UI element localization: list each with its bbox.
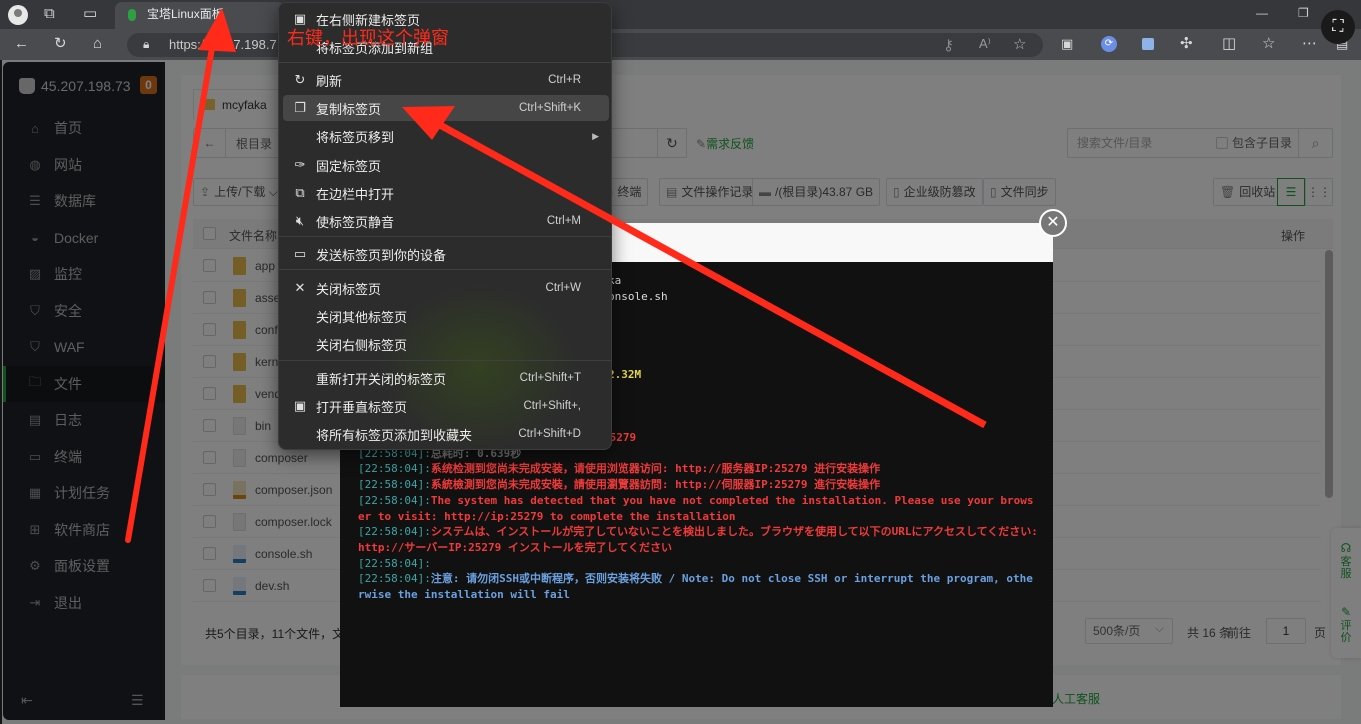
menu-separator [279,269,611,270]
menu-separator [279,360,611,361]
menu-item[interactable]: ✕ 关闭标签页 Ctrl+W [283,275,609,301]
menu-item-shortcut: Ctrl+M [546,215,581,227]
terminal-line: [22:58:04]:系統檢測到您尚未完成安裝，請使用瀏覽器訪問: http:/… [358,477,1038,493]
menu-item-shortcut: Ctrl+R [548,74,581,86]
mute-icon: 🔇︎ [295,213,305,228]
minimize-button[interactable]: — [1256,6,1268,20]
browser-tab-strip: ⧉ ▭ 宝塔Linux面板 — ❐ [0,0,1361,29]
menu-item[interactable]: 🔇︎ 使标签页静音 Ctrl+M [283,208,609,234]
terminal-line: [22:58:04]:系统检测到您尚未完成安装，请使用浏览器访问: http:/… [358,461,1038,477]
terminal-line: [22:58:04]:The system has detected that … [358,493,1038,524]
modal-close-button[interactable]: ✕ [1039,209,1067,237]
workspaces-icon[interactable]: ⧉ [44,6,55,21]
terminal-timestamp: [22:58:04]: [358,493,431,507]
menu-item[interactable]: ↻ 刷新 Ctrl+R [283,67,609,93]
menu-separator [279,62,611,63]
menu-item-label: 关闭其他标签页 [316,309,408,325]
menu-item[interactable]: 将标签页移到 ▶ [283,123,609,149]
terminal-timestamp: [22:58:04]: [358,556,431,570]
menu-item-shortcut: Ctrl+Shift+K [519,102,581,114]
vertical-tabs-icon: ▣ [293,398,307,413]
duplicate-icon: ❐ [294,100,306,115]
menu-item-label: 使标签页静音 [316,214,395,230]
menu-item[interactable]: ❐ 复制标签页 Ctrl+Shift+K [283,95,609,121]
menu-item[interactable]: 关闭右侧标签页 [283,331,609,357]
extension-icon[interactable]: ▣ [1061,37,1073,50]
password-key-icon[interactable]: ⚷ [943,38,954,53]
menu-item-label: 将所有标签页添加到收藏夹 [316,427,473,443]
menu-item-label: 在边栏中打开 [316,186,395,202]
favorites-icon[interactable]: ☆ [1262,36,1275,51]
restore-button[interactable]: ❐ [1298,6,1309,20]
menu-item[interactable]: ⧉ 在边栏中打开 [283,180,609,206]
url-text: https://4 207.198.7 [169,37,277,52]
pin-icon: ✑ [294,157,306,172]
tab-baota-panel[interactable]: 宝塔Linux面板 [115,2,285,29]
menu-item-label: 打开垂直标签页 [316,399,408,415]
menu-item[interactable]: ▣ 打开垂直标签页 Ctrl+Shift+, [283,393,609,419]
menu-separator [279,236,611,237]
back-icon[interactable]: ← [14,36,29,51]
split-screen-icon[interactable]: ◫ [1222,36,1236,51]
terminal-timestamp: [22:58:04]: [358,462,431,476]
terminal-timestamp: [22:58:04]: [358,572,431,586]
menu-item-label: 刷新 [316,73,343,89]
puzzle-icon[interactable]: ✣ [1180,36,1193,51]
refresh-icon[interactable]: ↻ [54,36,67,51]
terminal-timestamp: [22:58:04]: [358,525,431,539]
tab-title: 宝塔Linux面板 [147,7,224,21]
menu-item[interactable]: 重新打开关闭的标签页 Ctrl+Shift+T [283,365,609,391]
menu-item[interactable]: ✑ 固定标签页 [283,152,609,178]
menu-item-label: 关闭标签页 [316,281,382,297]
menu-item-shortcut: Ctrl+Shift+D [518,428,581,440]
screenshot-tool-icon[interactable]: ⛶ [1321,10,1355,44]
annotation-text: 右键，出现这个弹窗 [287,28,449,48]
menu-item[interactable]: ▭ 发送标签页到你的设备 [283,241,609,267]
menu-item-label: 固定标签页 [316,158,382,174]
tab-actions-icon[interactable]: ▭ [83,6,97,21]
terminal-line: [22:58:04]:システムは、インストールが完了していないことを検出しました… [358,524,1038,555]
terminal-timestamp: [22:58:04]: [358,478,431,492]
tab-context-menu: ▣ 在右侧新建标签页 将标签页添加到新组 ↻ 刷新 Ctrl+R ❐ 复制标签页 Ctrl+Sh… [278,2,612,450]
terminal-line: [22:58:04]:注意: 请勿闭SSH或中断程序，否则安装将失败 / Not… [358,571,1038,602]
menu-item[interactable]: 关闭其他标签页 [283,303,609,329]
menu-item-label: 关闭右侧标签页 [316,337,408,353]
image-icon[interactable] [1142,38,1154,50]
sidebar-open-icon: ⧉ [295,185,305,200]
terminal-line: [22:58:04]: [358,556,1038,572]
lock-icon[interactable]: 🔒︎ [143,38,149,50]
menu-item-label: 发送标签页到你的设备 [316,247,447,263]
menu-item-shortcut: Ctrl+W [545,282,581,294]
sync-icon[interactable]: ⟳ [1101,36,1117,52]
terminal-text: 注意: 请勿闭SSH或中断程序，否则安装将失败 / Note: Do not c… [358,572,1033,602]
baota-favicon-icon [128,9,136,21]
more-icon[interactable]: ⋯ [1302,36,1317,51]
menu-item-shortcut: Ctrl+Shift+, [523,400,581,412]
menu-item-shortcut: Ctrl+Shift+T [519,372,581,384]
submenu-arrow-icon: ▶ [592,130,599,141]
terminal-text: 系统检测到您尚未完成安装，请使用浏览器访问: http://服务器IP:2527… [430,462,881,476]
refresh-icon: ↻ [294,72,306,87]
home-icon[interactable]: ⌂ [93,36,102,51]
terminal-text: 2.32M [608,368,642,382]
favorite-star-icon[interactable]: ☆ [1013,37,1026,52]
terminal-text: The system has detected that you have no… [358,493,1034,523]
terminal-text: onsole.sh [608,289,668,303]
menu-item-label: 复制标签页 [316,101,382,117]
read-aloud-icon[interactable]: A⁾ [979,37,991,50]
menu-item-label: 将标签页移到 [316,129,395,145]
terminal-text: システムは、インストールが完了していないことを検出しました。ブラウザを使用して以… [358,525,1045,554]
menu-item-label: 重新打开关闭的标签页 [316,371,447,387]
send-device-icon: ▭ [293,246,307,261]
profile-icon[interactable] [8,5,28,25]
terminal-text: 系統檢測到您尚未完成安裝，請使用瀏覽器訪問: http://伺服器IP:2527… [430,478,881,492]
menu-item[interactable]: 将所有标签页添加到收藏夹 Ctrl+Shift+D [283,421,609,447]
close-icon: ✕ [294,280,306,295]
